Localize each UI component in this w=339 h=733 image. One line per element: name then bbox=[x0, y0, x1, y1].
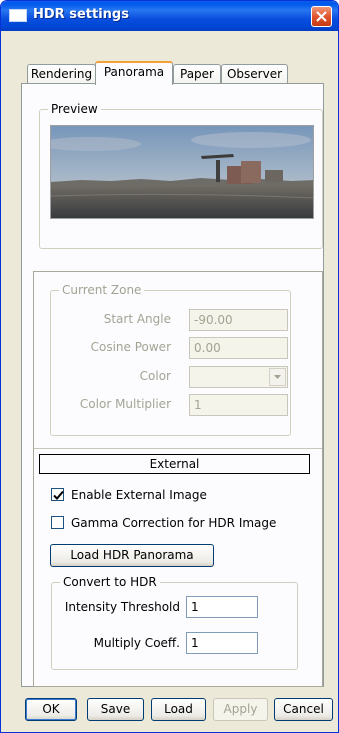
enable-external-image-checkbox[interactable] bbox=[51, 488, 64, 501]
cosine-power-label: Cosine Power bbox=[90, 340, 171, 354]
save-button[interactable]: Save bbox=[87, 698, 144, 721]
intensity-threshold-label: Intensity Threshold bbox=[64, 600, 180, 614]
gamma-correction-label: Gamma Correction for HDR Image bbox=[71, 516, 277, 530]
panorama-image bbox=[51, 126, 313, 218]
tab-observer-label: Observer bbox=[226, 67, 283, 81]
ok-button[interactable]: OK bbox=[25, 698, 77, 721]
intensity-threshold-value: 1 bbox=[191, 600, 199, 614]
dropdown-button[interactable] bbox=[269, 368, 286, 386]
tab-paper-label: Paper bbox=[180, 67, 214, 81]
cosine-power-input[interactable]: 0.00 bbox=[189, 337, 288, 359]
multiply-coeff-input[interactable]: 1 bbox=[186, 632, 258, 654]
color-multiplier-input[interactable]: 1 bbox=[189, 394, 288, 416]
window-title: HDR settings bbox=[33, 7, 129, 22]
title-bar[interactable]: HDR settings bbox=[1, 1, 338, 31]
start-angle-value: -90.00 bbox=[194, 313, 233, 327]
external-section-label: External bbox=[149, 457, 200, 471]
enable-external-image-label: Enable External Image bbox=[71, 488, 207, 502]
start-angle-label: Start Angle bbox=[103, 312, 171, 326]
tab-observer[interactable]: Observer bbox=[221, 64, 288, 84]
panorama-preview-image bbox=[50, 125, 314, 219]
chevron-down-icon bbox=[274, 375, 281, 379]
apply-button[interactable]: Apply bbox=[213, 698, 268, 721]
window-icon bbox=[9, 9, 27, 22]
color-dropdown[interactable] bbox=[189, 366, 288, 388]
multiply-coeff-label: Multiply Coeff. bbox=[93, 636, 180, 650]
color-label: Color bbox=[139, 369, 171, 383]
cancel-label: Cancel bbox=[283, 702, 324, 716]
load-label: Load bbox=[164, 702, 193, 716]
checkmark-icon bbox=[53, 490, 64, 500]
tab-panorama[interactable]: Panorama bbox=[95, 61, 173, 85]
tab-panorama-label: Panorama bbox=[103, 65, 165, 79]
close-button[interactable] bbox=[311, 6, 332, 27]
current-zone-legend: Current Zone bbox=[59, 283, 145, 297]
load-hdr-panorama-label: Load HDR Panorama bbox=[70, 548, 194, 562]
cancel-button[interactable]: Cancel bbox=[274, 698, 333, 721]
load-hdr-panorama-button[interactable]: Load HDR Panorama bbox=[50, 544, 214, 567]
start-angle-input[interactable]: -90.00 bbox=[189, 309, 288, 331]
preview-group: Preview bbox=[39, 102, 323, 249]
ok-label: OK bbox=[42, 702, 60, 716]
convert-to-hdr-legend: Convert to HDR bbox=[60, 575, 160, 589]
load-button[interactable]: Load bbox=[151, 698, 206, 721]
current-zone-group: Current Zone Start Angle -90.00 Cosine P… bbox=[50, 283, 291, 436]
external-section-header[interactable]: External bbox=[39, 454, 310, 474]
color-multiplier-value: 1 bbox=[194, 398, 202, 412]
tab-rendering[interactable]: Rendering bbox=[27, 64, 96, 84]
convert-to-hdr-group: Convert to HDR Intensity Threshold 1 Mul… bbox=[51, 575, 298, 670]
gamma-correction-checkbox[interactable] bbox=[51, 516, 64, 529]
cosine-power-value: 0.00 bbox=[194, 341, 221, 355]
apply-label: Apply bbox=[223, 702, 258, 716]
close-icon bbox=[316, 11, 327, 22]
multiply-coeff-value: 1 bbox=[191, 636, 199, 650]
section-divider bbox=[34, 448, 322, 449]
preview-legend: Preview bbox=[48, 102, 101, 116]
tab-paper[interactable]: Paper bbox=[173, 64, 221, 84]
settings-scroll-area[interactable]: Current Zone Start Angle -90.00 Cosine P… bbox=[33, 271, 323, 687]
tab-rendering-label: Rendering bbox=[30, 67, 93, 81]
save-label: Save bbox=[100, 702, 131, 716]
color-multiplier-label: Color Multiplier bbox=[79, 397, 171, 411]
intensity-threshold-input[interactable]: 1 bbox=[186, 596, 258, 618]
hdr-settings-dialog: HDR settings Rendering Panorama Paper Ob… bbox=[0, 0, 339, 733]
